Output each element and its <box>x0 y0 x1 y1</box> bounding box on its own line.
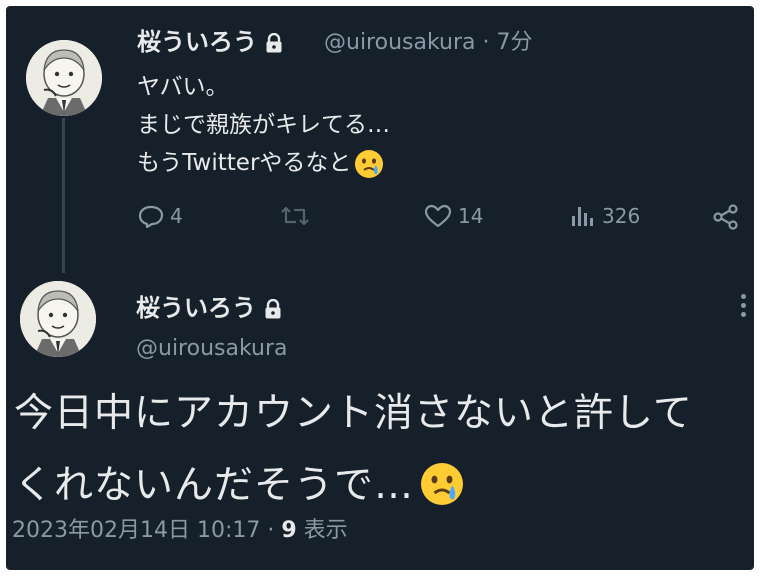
main-tweet-handle[interactable]: @uirousakura <box>136 336 288 361</box>
view-count: 9 <box>281 518 297 543</box>
avatar[interactable] <box>26 40 102 116</box>
like-button[interactable]: 14 <box>424 204 483 228</box>
tweet-timestamp[interactable]: 2023年02月14日 10:17 <box>12 518 260 543</box>
share-icon <box>713 204 738 230</box>
tweet-action-bar: 4 14 326 <box>134 200 744 236</box>
reply-tweet-display-name[interactable]: 桜ういろう <box>137 22 283 57</box>
thread-connector-line <box>62 118 65 273</box>
reply-button[interactable]: 4 <box>138 204 183 228</box>
reply-tweet-text: ヤバい。 まじで親族がキレてる… もうTwitterやるなと <box>137 68 390 182</box>
reply-tweet-meta: @uirousakura · 7分 <box>324 24 532 56</box>
retweet-icon <box>281 206 309 226</box>
share-button[interactable] <box>712 204 740 230</box>
tweet-line: もうTwitterやるなと <box>137 150 352 176</box>
views-label: 表示 <box>296 518 348 543</box>
lock-icon <box>265 299 281 319</box>
meta-separator: · <box>475 30 497 55</box>
views-button[interactable]: 326 <box>570 204 640 228</box>
tweet-line-with-emoji: もうTwitterやるなと <box>137 144 390 182</box>
bar-chart-icon <box>572 207 593 226</box>
retweet-button[interactable] <box>280 204 316 228</box>
tweet-thread-screenshot: 桜ういろう @uirousakura · 7分 ヤバい。 まじで親族がキレてる…… <box>6 6 754 570</box>
face-holding-back-tears-emoji <box>421 462 464 505</box>
view-count: 326 <box>602 204 641 228</box>
heart-icon <box>424 204 452 228</box>
display-name-text: 桜ういろう <box>136 294 256 322</box>
avatar-illustration <box>26 40 102 116</box>
main-tweet-text: 今日中にアカウント消さないと許して くれないんだそうで… <box>14 378 693 522</box>
tweet-line: 今日中にアカウント消さないと許して <box>14 391 693 436</box>
reply-count: 4 <box>170 204 183 228</box>
main-tweet-display-name[interactable]: 桜ういろう <box>136 288 282 323</box>
tweet-line: ヤバい。 <box>137 74 229 100</box>
display-name-text: 桜ういろう <box>137 28 257 56</box>
tweet-line: まじで親族がキレてる… <box>137 112 390 138</box>
lock-icon <box>266 33 282 53</box>
tweet-time[interactable]: 7分 <box>496 30 532 55</box>
footer-separator: · <box>260 518 282 543</box>
handle[interactable]: @uirousakura <box>324 30 476 55</box>
tweet-line: くれないんだそうで… <box>14 463 415 508</box>
face-holding-back-tears-emoji <box>355 149 384 178</box>
more-vertical-icon[interactable] <box>741 294 747 321</box>
avatar[interactable] <box>20 281 96 357</box>
like-count: 14 <box>458 204 484 228</box>
reply-icon <box>138 205 164 228</box>
main-tweet-footer: 2023年02月14日 10:17 · 9 表示 <box>12 512 348 544</box>
avatar-illustration <box>20 281 96 357</box>
